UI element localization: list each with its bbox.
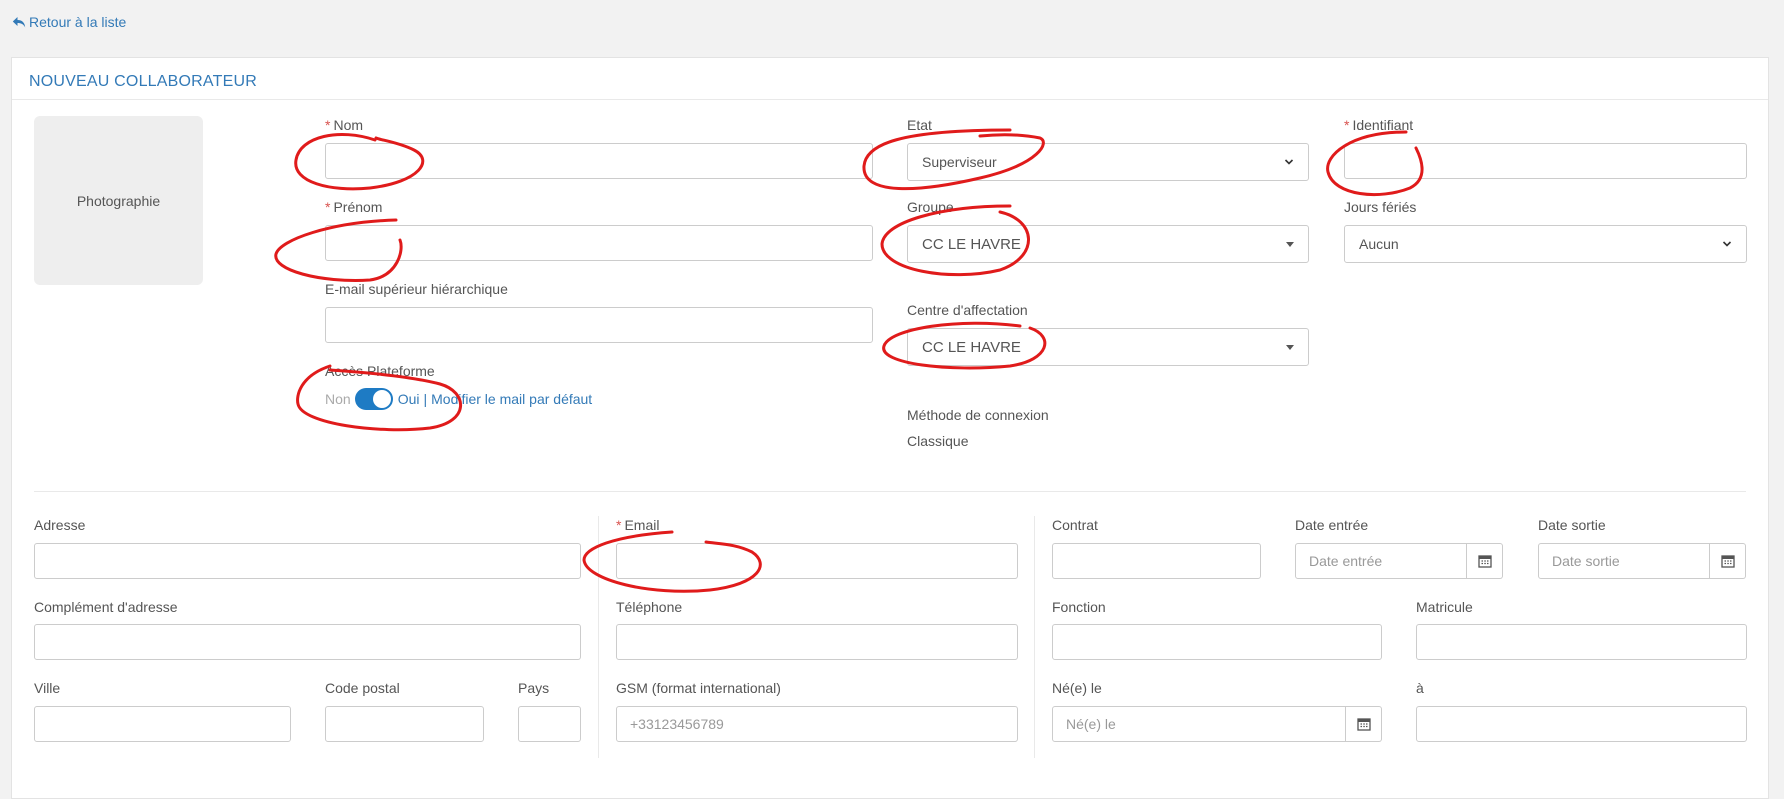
email-label: * Email xyxy=(616,517,660,533)
email-superieur-label: E-mail supérieur hiérarchique xyxy=(325,281,508,297)
toggle-separator: | xyxy=(423,391,428,407)
pays-label: Pays xyxy=(518,680,550,696)
dropdown-caret-icon xyxy=(1286,241,1294,247)
contrat-label: Contrat xyxy=(1052,517,1098,533)
calendar-icon xyxy=(1720,555,1735,568)
contrat-input[interactable] xyxy=(1052,543,1261,579)
jours-feries-label: Jours fériés xyxy=(1344,199,1417,215)
required-mark: * xyxy=(1344,117,1350,133)
telephone-input[interactable] xyxy=(616,624,1018,660)
required-mark: * xyxy=(325,199,331,215)
etat-selected-value: Superviseur xyxy=(922,154,997,170)
ville-input[interactable] xyxy=(34,706,291,742)
jours-feries-selected-value: Aucun xyxy=(1359,236,1399,252)
date-entree-input[interactable] xyxy=(1295,543,1467,579)
etat-label: Etat xyxy=(907,117,932,133)
toggle-off-label: Non xyxy=(325,391,351,407)
toggle-on-label: Oui xyxy=(397,391,420,407)
date-entree-label: Date entrée xyxy=(1295,517,1369,533)
lieu-naissance-input[interactable] xyxy=(1416,706,1747,742)
etat-select[interactable]: Superviseur xyxy=(907,143,1309,181)
gsm-input[interactable] xyxy=(616,706,1018,742)
nom-input[interactable] xyxy=(325,143,873,179)
acces-plateforme-label: Accès Plateforme xyxy=(325,363,435,379)
complement-adresse-input[interactable] xyxy=(34,624,581,660)
chevron-down-icon xyxy=(1284,159,1294,165)
fonction-label: Fonction xyxy=(1052,599,1106,615)
code-postal-input[interactable] xyxy=(325,706,484,742)
calendar-icon xyxy=(1477,555,1492,568)
calendar-icon xyxy=(1356,718,1371,731)
date-sortie-calendar-button[interactable] xyxy=(1710,543,1746,579)
prenom-label: * Prénom xyxy=(325,199,383,215)
ne-le-calendar-button[interactable] xyxy=(1346,706,1382,742)
identifiant-input[interactable] xyxy=(1344,143,1747,179)
adresse-label: Adresse xyxy=(34,517,86,533)
jours-feries-select[interactable]: Aucun xyxy=(1344,225,1747,263)
dropdown-caret-icon xyxy=(1286,344,1294,350)
ne-le-label: Né(e) le xyxy=(1052,680,1102,696)
matricule-label: Matricule xyxy=(1416,599,1473,615)
email-superieur-input[interactable] xyxy=(325,307,873,343)
column-divider xyxy=(598,516,599,758)
panel-header-divider xyxy=(12,99,1768,100)
gsm-label: GSM (format international) xyxy=(616,680,781,696)
panel-title: NOUVEAU COLLABORATEUR xyxy=(29,73,257,90)
photo-label: Photographie xyxy=(76,192,161,209)
groupe-select[interactable]: CC LE HAVRE xyxy=(907,225,1309,263)
date-sortie-input[interactable] xyxy=(1538,543,1710,579)
required-mark: * xyxy=(325,117,331,133)
prenom-input[interactable] xyxy=(325,225,873,261)
chevron-down-icon xyxy=(1722,241,1732,247)
methode-connexion-label: Méthode de connexion xyxy=(907,407,1049,423)
groupe-selected-value: CC LE HAVRE xyxy=(922,235,1021,253)
fonction-input[interactable] xyxy=(1052,624,1382,660)
required-mark: * xyxy=(616,517,622,533)
methode-connexion-value: Classique xyxy=(907,433,969,449)
nom-label: * Nom xyxy=(325,117,364,133)
reply-arrow-icon xyxy=(12,17,26,28)
back-to-list-link[interactable]: Retour à la liste xyxy=(12,14,126,30)
modify-default-mail-link[interactable]: Modifier le mail par défaut xyxy=(431,391,592,407)
centre-affectation-select[interactable]: CC LE HAVRE xyxy=(907,328,1309,366)
toggle-knob xyxy=(372,390,391,408)
adresse-input[interactable] xyxy=(34,543,581,579)
telephone-label: Téléphone xyxy=(616,599,683,615)
back-link-label: Retour à la liste xyxy=(29,14,127,30)
pays-input[interactable] xyxy=(518,706,581,742)
ville-label: Ville xyxy=(34,680,61,696)
date-sortie-label: Date sortie xyxy=(1538,517,1606,533)
ne-le-input[interactable] xyxy=(1052,706,1346,742)
identifiant-label: * Identifiant xyxy=(1344,117,1414,133)
lieu-naissance-label: à xyxy=(1416,680,1424,696)
column-divider xyxy=(1034,516,1035,758)
acces-plateforme-toggle-group: Non Oui | Modifier le mail par défaut xyxy=(325,388,592,410)
centre-selected-value: CC LE HAVRE xyxy=(922,338,1021,356)
centre-affectation-label: Centre d'affectation xyxy=(907,302,1028,318)
complement-adresse-label: Complément d'adresse xyxy=(34,599,178,615)
code-postal-label: Code postal xyxy=(325,680,400,696)
matricule-input[interactable] xyxy=(1416,624,1747,660)
photo-upload[interactable]: Photographie xyxy=(34,116,203,285)
groupe-label: Groupe xyxy=(907,199,954,215)
email-input[interactable] xyxy=(616,543,1018,579)
acces-plateforme-toggle[interactable] xyxy=(354,388,393,410)
date-entree-calendar-button[interactable] xyxy=(1467,543,1503,579)
section-divider xyxy=(34,491,1746,492)
